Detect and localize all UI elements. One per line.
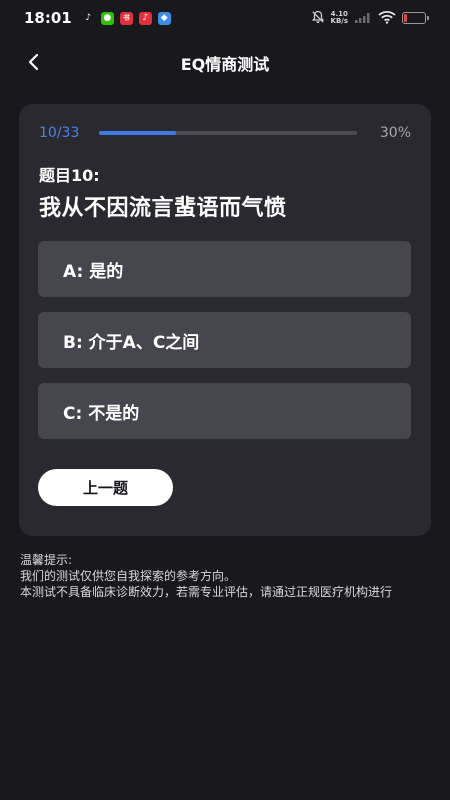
question-text: 我从不因流言蜚语而气愤: [39, 196, 287, 221]
progress-count: 10/33: [39, 125, 80, 141]
option-c[interactable]: C: 不是的: [38, 383, 411, 439]
mute-bell-icon: [311, 9, 325, 28]
battery-fill: [404, 14, 407, 22]
wifi-icon: [378, 9, 396, 28]
xiaohongshu-icon: 书: [119, 11, 133, 25]
progress-fill: [99, 131, 177, 135]
wechat-icon: ●: [100, 11, 114, 25]
progress-bar: [99, 131, 357, 135]
battery-icon: [402, 12, 429, 24]
progress-row: 10/33 30%: [39, 124, 411, 142]
notice: 温馨提示: 我们的测试仅供您自我探索的参考方向。 本测试不具备临床诊断效力，若需…: [20, 552, 430, 600]
chevron-left-icon: [28, 53, 39, 71]
status-right: 4.10 KB/s: [311, 9, 429, 28]
question-number: 题目10:: [39, 166, 100, 185]
status-bar: 18:01 ♪ ● 书 ♪ ◆ 4.10 KB/s: [0, 0, 450, 36]
previous-question-button[interactable]: 上一题: [38, 469, 173, 506]
notice-line-2: 本测试不具备临床诊断效力，若需专业评估，请通过正规医疗机构进行: [20, 585, 393, 599]
tiktok-icon: ♪: [85, 12, 92, 23]
notice-line-1: 我们的测试仅供您自我探索的参考方向。: [20, 569, 237, 583]
status-time: 18:01: [24, 9, 72, 27]
net-speed: 4.10 KB/s: [331, 11, 348, 25]
tiktok-red-icon: ♪: [138, 11, 152, 25]
page-title: EQ情商测试: [180, 55, 270, 74]
question-card: 10/33 30% 题目10: 我从不因流言蜚语而气愤 A: 是的 B: 介于A…: [19, 104, 431, 536]
option-b[interactable]: B: 介于A、C之间: [38, 312, 411, 368]
signal-icon: [354, 9, 372, 28]
progress-percent: 30%: [379, 125, 411, 141]
app-blue-icon: ◆: [157, 11, 171, 25]
notice-title: 温馨提示:: [20, 553, 73, 567]
status-left: 18:01 ♪ ● 书 ♪ ◆: [24, 9, 171, 27]
back-button[interactable]: [18, 46, 50, 78]
net-speed-unit: KB/s: [330, 17, 348, 25]
nav-bar: EQ情商测试: [0, 40, 450, 86]
option-a[interactable]: A: 是的: [38, 241, 411, 297]
